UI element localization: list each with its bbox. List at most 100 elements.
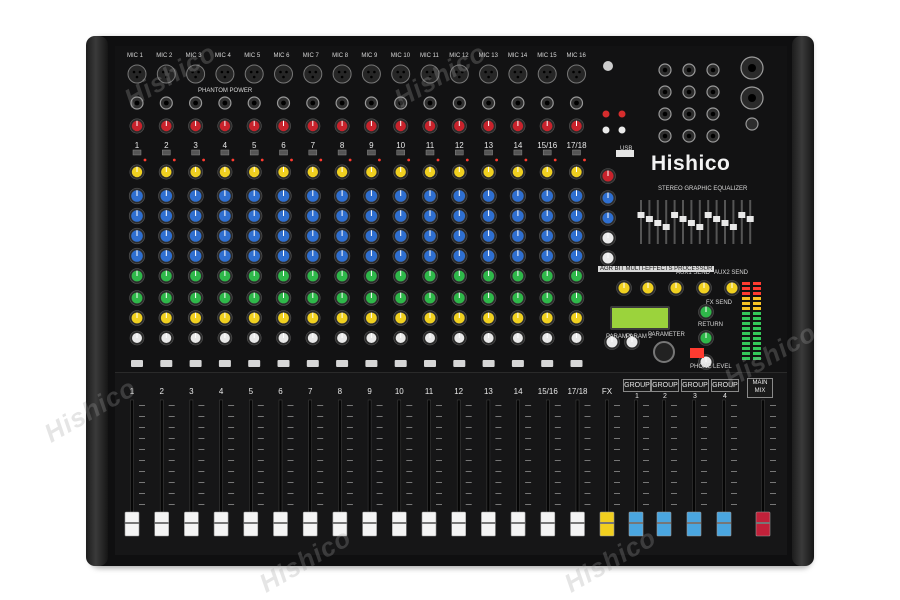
fader-tick <box>554 460 561 461</box>
fader-tick <box>257 471 264 472</box>
fader-tick <box>525 482 532 483</box>
channel-fader-4-track <box>219 399 223 513</box>
geq-slider-8[interactable] <box>696 224 704 230</box>
mute-button-ch5[interactable] <box>248 360 261 367</box>
group-fader-1-track <box>634 399 638 513</box>
fader-tick <box>287 471 294 472</box>
mute-button-ch1[interactable] <box>131 360 143 367</box>
mute-button-ch10[interactable] <box>394 360 407 367</box>
rca-jack[interactable] <box>602 110 610 118</box>
fader-tick <box>495 460 502 461</box>
geq-slider-3[interactable] <box>654 220 662 226</box>
mute-button-ch12[interactable] <box>453 360 466 367</box>
headphone-jack[interactable] <box>745 117 759 131</box>
fader-tick <box>406 504 413 505</box>
xlr-input-16[interactable] <box>567 64 586 84</box>
mute-button-ch14[interactable] <box>511 360 524 367</box>
channel-number-12: 12 <box>454 141 464 150</box>
mute-button-ch4[interactable] <box>218 360 231 367</box>
fader-tick <box>731 482 737 483</box>
channel-number-10: 10 <box>396 141 406 150</box>
fader-tick <box>671 504 677 505</box>
fader-tick <box>406 438 413 439</box>
switch-ch11[interactable] <box>425 149 435 156</box>
geq-slider-2[interactable] <box>645 216 653 222</box>
switch-ch2[interactable] <box>162 149 171 156</box>
switch-ch1[interactable] <box>132 149 142 156</box>
switch-ch5[interactable] <box>249 149 259 156</box>
switch-ch8[interactable] <box>337 149 347 156</box>
switch-ch7[interactable] <box>308 149 318 156</box>
switch-ch6[interactable] <box>279 149 288 156</box>
mute-button-ch9[interactable] <box>365 360 378 367</box>
geq-slider-12[interactable] <box>729 224 737 230</box>
peak-led-ch8 <box>348 158 352 162</box>
xlr-input-9[interactable] <box>361 64 381 84</box>
geq-slider-6[interactable] <box>679 216 687 222</box>
xlr-pin <box>252 75 256 79</box>
mute-button-ch2[interactable] <box>160 360 173 367</box>
xlr-input-4[interactable] <box>215 64 235 84</box>
mute-button-ch11[interactable] <box>424 360 436 367</box>
mute-button-ch13[interactable] <box>482 360 495 367</box>
mute-button-ch6[interactable] <box>277 360 290 367</box>
meter-led-r <box>753 297 761 300</box>
mute-button-ch7[interactable] <box>306 360 319 367</box>
rca-jack[interactable] <box>618 126 626 134</box>
geq-slider-10[interactable] <box>713 216 721 222</box>
fader-tick <box>671 416 677 417</box>
fader-tick <box>614 471 620 472</box>
switch-ch14[interactable] <box>513 149 523 156</box>
xlr-input-8[interactable] <box>332 64 352 84</box>
geq-slider-7[interactable] <box>687 220 695 226</box>
geq-slider-13[interactable] <box>738 212 746 218</box>
peak-led-ch13 <box>495 158 498 162</box>
meter-led-r <box>753 327 761 330</box>
xlr-input-14[interactable] <box>508 64 528 84</box>
rca-jack[interactable] <box>618 110 626 118</box>
meter-led-l <box>742 282 750 285</box>
jack-hole <box>456 100 462 106</box>
fader-tick <box>614 460 620 461</box>
switch-ch12[interactable] <box>455 149 464 156</box>
fader-tick <box>257 449 264 450</box>
mute-button-ch8[interactable] <box>336 360 349 367</box>
switch-ch15[interactable] <box>542 149 552 156</box>
fader-tick <box>643 504 649 505</box>
xlr-pin <box>226 70 230 74</box>
xlr-input-15[interactable] <box>537 64 557 84</box>
xlr-input-5[interactable] <box>244 64 264 84</box>
geq-slider-4[interactable] <box>662 224 670 230</box>
xlr-input-7[interactable] <box>303 64 323 84</box>
mute-button-ch3[interactable] <box>189 360 202 367</box>
switch-ch4[interactable] <box>220 149 230 156</box>
geq-slider-11[interactable] <box>721 220 729 226</box>
fader-label-6: 6 <box>278 387 283 396</box>
switch-ch9[interactable] <box>367 149 376 156</box>
jack-hole <box>686 67 692 73</box>
fader-tick <box>168 427 175 428</box>
parameter-encoder[interactable] <box>653 341 675 363</box>
switch-ch13[interactable] <box>484 149 493 156</box>
fader-tick <box>436 405 442 406</box>
mute-button-ch15[interactable] <box>541 360 554 367</box>
xlr-input-6[interactable] <box>274 64 293 84</box>
channel-fader-6-track <box>278 399 283 513</box>
geq-slider-9[interactable] <box>704 212 712 218</box>
geq-slider-1[interactable] <box>637 212 645 218</box>
geq-slider-5[interactable] <box>671 212 679 218</box>
fader-label-8: 8 <box>337 387 343 396</box>
rca-jack[interactable] <box>602 126 610 134</box>
mute-button-ch16[interactable] <box>570 360 583 367</box>
channel-number-11: 11 <box>425 141 435 150</box>
fader-tick <box>671 471 677 472</box>
fader-tick <box>554 427 561 428</box>
fader-label-11: 11 <box>424 387 434 396</box>
lamp-socket[interactable] <box>603 61 613 71</box>
switch-ch3[interactable] <box>191 149 200 156</box>
switch-ch10[interactable] <box>396 149 405 156</box>
geq-slider-14[interactable] <box>746 216 754 222</box>
switch-ch16[interactable] <box>572 149 581 156</box>
fx-fader-track <box>605 399 609 513</box>
fader-tick <box>554 471 561 472</box>
